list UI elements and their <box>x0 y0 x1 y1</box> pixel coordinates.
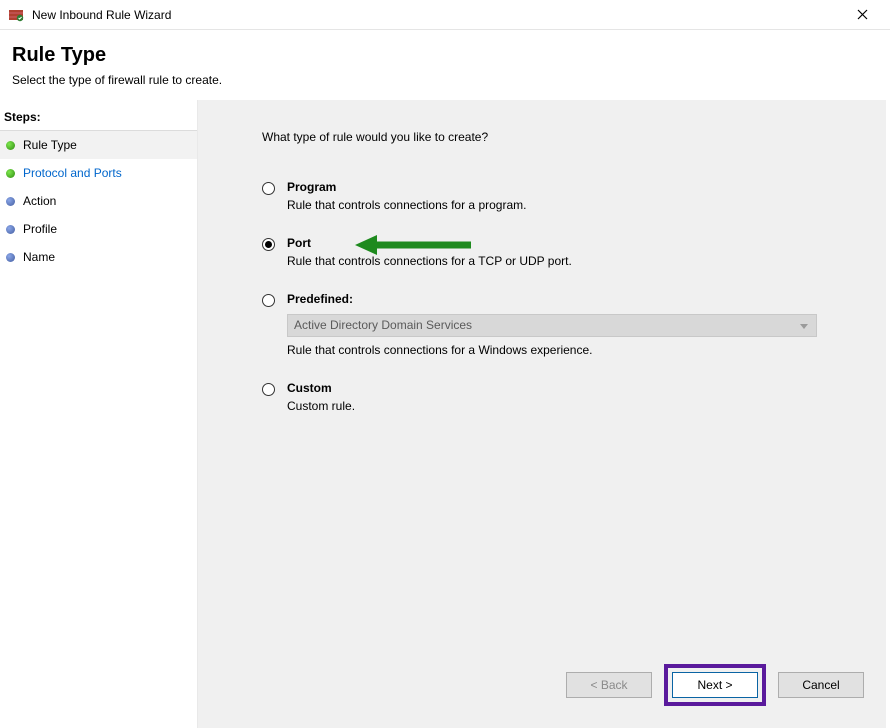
predefined-select[interactable]: Active Directory Domain Services <box>287 314 817 337</box>
option-custom-desc: Custom rule. <box>287 399 355 413</box>
wizard-main: What type of rule would you like to crea… <box>198 100 886 728</box>
step-rule-type[interactable]: Rule Type <box>0 131 197 159</box>
rule-type-question: What type of rule would you like to crea… <box>262 130 858 144</box>
steps-sidebar: Steps: Rule Type Protocol and Ports Acti… <box>0 100 198 728</box>
step-label: Protocol and Ports <box>23 166 122 180</box>
option-port-title: Port <box>287 236 572 250</box>
step-name[interactable]: Name <box>0 243 197 271</box>
option-custom[interactable]: Custom Custom rule. <box>262 381 858 413</box>
step-label: Name <box>23 250 55 264</box>
next-button[interactable]: Next > <box>672 672 758 698</box>
option-custom-title: Custom <box>287 381 355 395</box>
window-title: New Inbound Rule Wizard <box>32 8 842 22</box>
step-bullet-icon <box>6 169 15 178</box>
cancel-button[interactable]: Cancel <box>778 672 864 698</box>
option-port[interactable]: Port Rule that controls connections for … <box>262 236 858 268</box>
radio-program[interactable] <box>262 182 275 195</box>
page-subtitle: Select the type of firewall rule to crea… <box>12 73 874 87</box>
step-bullet-icon <box>6 141 15 150</box>
step-protocol-and-ports[interactable]: Protocol and Ports <box>0 159 197 187</box>
annotation-highlight: Next > <box>664 664 766 706</box>
step-action[interactable]: Action <box>0 187 197 215</box>
step-label: Action <box>23 194 56 208</box>
rule-type-options: Program Rule that controls connections f… <box>262 180 858 413</box>
radio-port[interactable] <box>262 238 275 251</box>
close-button[interactable] <box>842 1 882 29</box>
step-label: Profile <box>23 222 57 236</box>
step-label: Rule Type <box>23 138 77 152</box>
option-predefined-title: Predefined: <box>287 292 817 306</box>
firewall-icon <box>8 7 24 23</box>
option-program[interactable]: Program Rule that controls connections f… <box>262 180 858 212</box>
radio-predefined[interactable] <box>262 294 275 307</box>
radio-custom[interactable] <box>262 383 275 396</box>
option-program-title: Program <box>287 180 526 194</box>
predefined-select-value: Active Directory Domain Services <box>294 318 472 332</box>
step-bullet-icon <box>6 197 15 206</box>
option-predefined[interactable]: Predefined: Active Directory Domain Serv… <box>262 292 858 357</box>
page-title: Rule Type <box>12 44 874 67</box>
option-program-desc: Rule that controls connections for a pro… <box>287 198 526 212</box>
wizard-header: Rule Type Select the type of firewall ru… <box>0 30 890 97</box>
back-button: < Back <box>566 672 652 698</box>
wizard-footer: < Back Next > Cancel <box>566 664 864 706</box>
step-bullet-icon <box>6 253 15 262</box>
steps-heading: Steps: <box>0 106 197 131</box>
title-bar: New Inbound Rule Wizard <box>0 0 890 30</box>
wizard-body: Steps: Rule Type Protocol and Ports Acti… <box>0 100 886 728</box>
step-bullet-icon <box>6 225 15 234</box>
option-port-desc: Rule that controls connections for a TCP… <box>287 254 572 268</box>
option-predefined-desc: Rule that controls connections for a Win… <box>287 343 817 357</box>
step-profile[interactable]: Profile <box>0 215 197 243</box>
